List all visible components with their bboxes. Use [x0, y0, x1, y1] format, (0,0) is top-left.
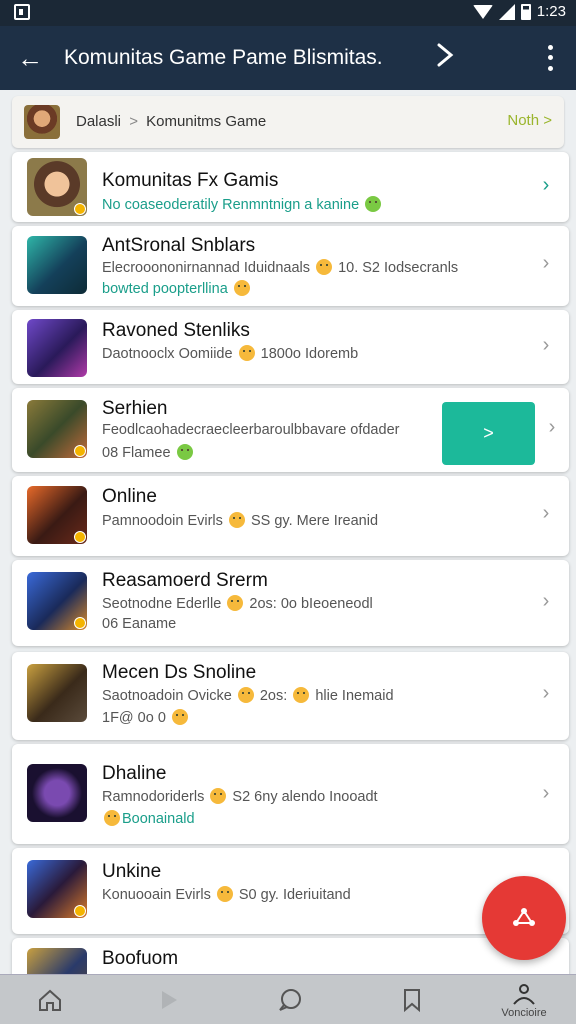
emoji-icon	[210, 788, 227, 804]
chevron-right-icon[interactable]: ›	[539, 174, 553, 197]
community-thumbnail	[27, 948, 87, 974]
card-meta: bowted poopterllina	[102, 280, 252, 297]
emoji-icon	[176, 444, 193, 460]
home-icon	[39, 989, 61, 1011]
emoji-icon	[233, 280, 250, 296]
featured-community-card[interactable]: Komunitas Fx Gamis No coaseoderatily Ren…	[12, 152, 569, 222]
community-card[interactable]: Reasamoerd Srerm Seotnodne Ederlle 2os: …	[12, 560, 569, 646]
nav-home[interactable]	[10, 975, 90, 1024]
card-title: Dhaline	[102, 763, 167, 784]
community-card[interactable]: Online Pamnoodoin Evirls SS gy. Mere Ire…	[12, 476, 569, 556]
emoji-icon	[171, 709, 188, 725]
join-button[interactable]: >	[442, 402, 535, 465]
notification-icon	[14, 4, 30, 20]
community-thumbnail	[27, 860, 87, 918]
bookmark-icon	[404, 989, 420, 1013]
card-description: Daotnooclx Oomiide 1800o Idoremb	[102, 345, 359, 362]
emoji-icon	[216, 886, 233, 902]
more-vert-icon[interactable]	[538, 42, 562, 74]
breadcrumb-parent[interactable]: Dalasli	[76, 113, 121, 130]
signal-icon	[498, 3, 515, 20]
chat-icon	[279, 989, 301, 1011]
nav-bookmark[interactable]	[372, 975, 452, 1024]
breadcrumb-current: Komunitms Game	[146, 113, 267, 130]
app-bar: ← Komunitas Game Pame Blismitas.	[0, 26, 576, 90]
breadcrumb: Dalasli > Komunitms Game Noth >	[12, 96, 564, 148]
profile-icon	[513, 983, 535, 1005]
chevron-right-icon[interactable]: ›	[539, 682, 553, 705]
emoji-icon	[238, 345, 255, 361]
status-time: 1:23	[536, 3, 566, 20]
community-thumbnail	[27, 664, 87, 722]
community-card[interactable]: Dhaline Ramnodoriderls S2 6ny alendo Ino…	[12, 744, 569, 844]
share-icon[interactable]	[432, 42, 460, 74]
create-post-button[interactable]	[482, 876, 566, 960]
card-title: Unkine	[102, 861, 162, 882]
breadcrumb-separator: >	[129, 113, 138, 130]
card-description: Ramnodoriderls S2 6ny alendo Inooadt	[102, 788, 378, 805]
card-title: Serhien	[102, 398, 168, 419]
chevron-right-icon[interactable]: ›	[539, 252, 553, 275]
nav-profile[interactable]: Voncioire	[484, 975, 564, 1024]
community-list[interactable]: Dalasli > Komunitms Game Noth > Komunita…	[0, 90, 576, 974]
status-bar: 1:23	[0, 0, 576, 26]
community-card[interactable]: Boofuom	[12, 938, 569, 974]
create-post-icon	[513, 908, 535, 926]
emoji-icon	[237, 687, 254, 703]
card-description: Saotnoadoin Ovicke 2os: hlie Inemaid	[102, 687, 394, 704]
card-title: Reasamoerd Srerm	[102, 570, 268, 591]
wifi-icon	[472, 4, 493, 19]
community-card[interactable]: Ravoned Stenliks Daotnooclx Oomiide 1800…	[12, 310, 569, 384]
card-description: Konuooain Evirls S0 gy. Ideriuitand	[102, 886, 351, 903]
emoji-icon	[227, 595, 244, 611]
community-thumbnail	[27, 236, 87, 294]
arrow-left-icon[interactable]: ←	[16, 44, 44, 72]
nav-chat[interactable]	[250, 975, 330, 1024]
nav-play[interactable]	[128, 975, 208, 1024]
chevron-right-icon[interactable]: ›	[539, 782, 553, 805]
community-card[interactable]: AntSronal Snblars Elecrooononirnannad Id…	[12, 226, 569, 306]
card-meta: 08 Flamee	[102, 444, 195, 461]
chevron-right-icon[interactable]: ›	[545, 416, 559, 439]
community-thumbnail	[27, 572, 87, 630]
card-title: Mecen Ds Snoline	[102, 662, 257, 683]
card-description: Feodlcaohadecraecleerbaroulbbavare ofdad…	[102, 422, 400, 438]
community-card[interactable]: Mecen Ds Snoline Saotnoadoin Ovicke 2os:…	[12, 652, 569, 740]
community-thumbnail	[27, 486, 87, 544]
chevron-right-icon[interactable]: ›	[539, 502, 553, 525]
community-thumbnail	[27, 764, 87, 822]
emoji-icon	[293, 687, 310, 703]
card-title: Boofuom	[102, 948, 179, 969]
card-description: Pamnoodoin Evirls SS gy. Mere Ireanid	[102, 512, 379, 529]
community-card[interactable]: Serhien Feodlcaohadecraecleerbaroulbbava…	[12, 388, 569, 472]
card-title: Ravoned Stenliks	[102, 320, 250, 341]
bottom-navigation: Voncioire	[0, 974, 576, 1024]
nav-label: Voncioire	[501, 1006, 547, 1019]
community-thumbnail	[27, 319, 87, 377]
card-title: Komunitas Fx Gamis	[102, 170, 279, 191]
chevron-right-icon[interactable]: ›	[539, 590, 553, 613]
card-title: AntSronal Snblars	[102, 235, 256, 256]
card-meta: Boonainald	[102, 810, 195, 827]
battery-icon	[520, 3, 531, 20]
card-subtitle: No coaseoderatily Renmntnign a kanine	[102, 196, 383, 213]
emoji-icon	[316, 259, 333, 275]
play-icon	[162, 991, 177, 1009]
card-description: Elecrooononirnannad Iduidnaals 10. S2 Io…	[102, 259, 459, 276]
breadcrumb-action[interactable]: Noth >	[507, 112, 552, 129]
emoji-icon	[365, 196, 382, 212]
card-meta: 06 Eaname	[102, 616, 177, 632]
card-description: Seotnodne Ederlle 2os: 0o bIeoeneodl	[102, 595, 373, 612]
card-title: Online	[102, 486, 157, 507]
avatar	[24, 105, 60, 139]
community-thumbnail	[27, 400, 87, 458]
chevron-right-icon[interactable]: ›	[539, 334, 553, 357]
community-thumbnail	[27, 158, 87, 216]
card-meta: 1F@ 0o 0	[102, 709, 190, 726]
emoji-icon	[104, 810, 120, 826]
emoji-icon	[228, 512, 245, 528]
page-title: Komunitas Game Pame Blismitas.	[64, 46, 383, 69]
